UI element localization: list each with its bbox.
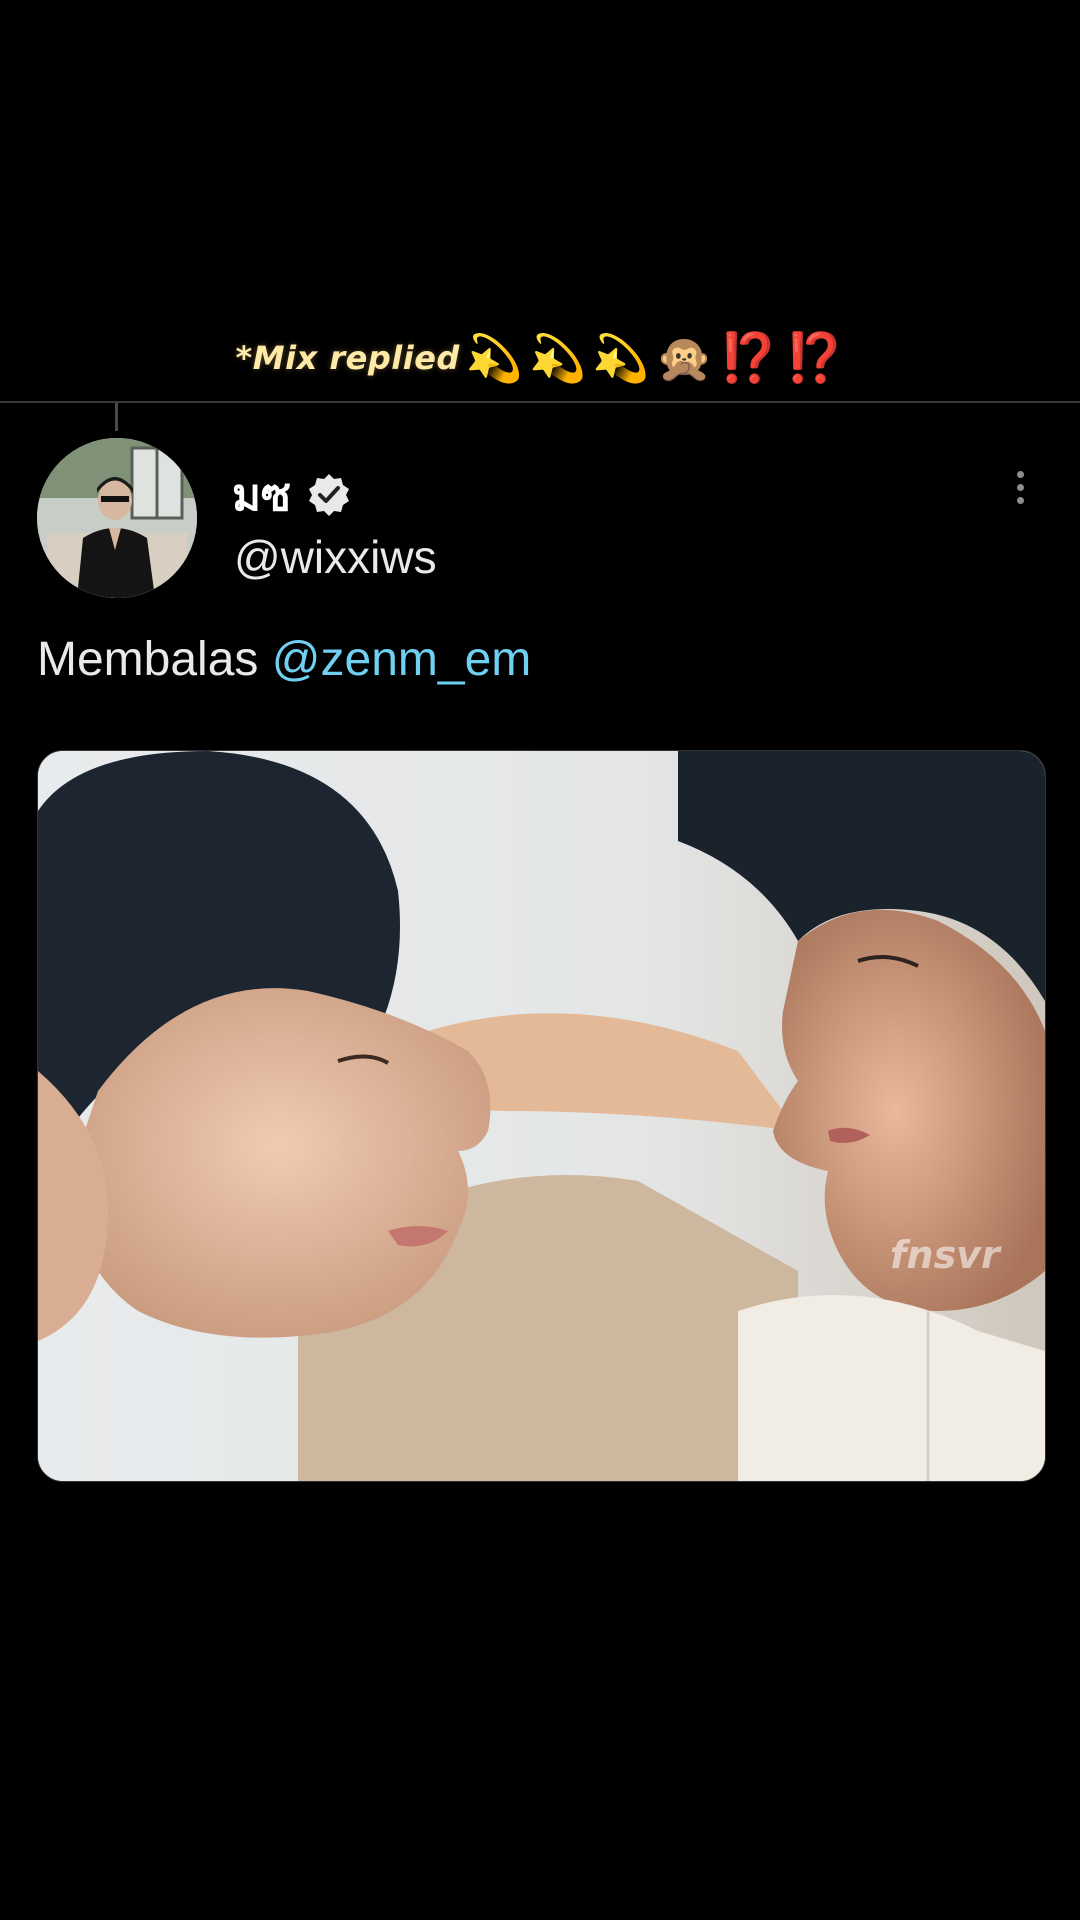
media-watermark: fnsvr xyxy=(890,1233,1000,1277)
thread-connector-line xyxy=(115,403,118,431)
interrobang-icon: ⁉️ xyxy=(784,330,845,386)
interrobang-icon: ⁉️ xyxy=(718,330,779,386)
user-handle[interactable]: @wixxiws xyxy=(234,530,437,584)
dizzy-emoji-icon: 💫 xyxy=(592,331,650,385)
dizzy-emoji-icon: 💫 xyxy=(465,331,524,385)
reply-context: Membalas @zenm_em xyxy=(37,632,531,687)
reply-prefix: Membalas xyxy=(37,633,259,686)
tweet-media-image[interactable]: fnsvr xyxy=(37,750,1046,1482)
verified-badge-icon xyxy=(308,474,349,516)
display-name-row[interactable]: มซ xyxy=(232,460,353,530)
reply-mention-link[interactable]: @zenm_em xyxy=(272,633,531,686)
divider xyxy=(0,401,1080,403)
avatar[interactable] xyxy=(37,438,197,598)
display-name[interactable]: มซ xyxy=(232,460,291,530)
more-vertical-icon[interactable] xyxy=(998,462,1042,512)
caption-text: *Mix replied xyxy=(235,339,460,377)
dizzy-emoji-icon: 💫 xyxy=(529,331,587,385)
speak-no-evil-monkey-icon: 🙊 xyxy=(655,331,713,385)
caption-emoji-row: 💫 💫 💫 🙊 ⁉️ ⁉️ xyxy=(466,334,845,382)
caption-banner: *Mix replied 💫 💫 💫 🙊 ⁉️ ⁉️ xyxy=(0,326,1080,390)
